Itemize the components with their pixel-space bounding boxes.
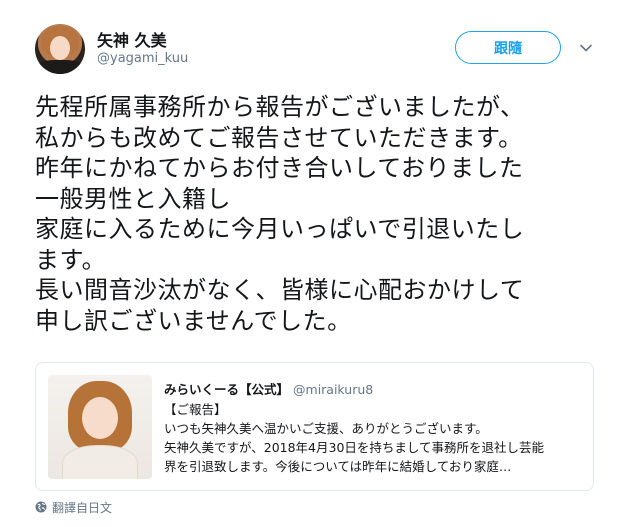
quoted-tweet-header: みらいくーる【公式】 @miraikuru8 <box>164 379 373 398</box>
avatar-face <box>50 36 70 60</box>
follow-button[interactable]: 跟隨 <box>455 31 561 64</box>
avatar-body <box>35 60 85 74</box>
translate-tweet-link[interactable]: 翻譯自日文 <box>35 499 112 515</box>
quoted-tweet-text: 【ご報告】 いつも矢神久美へ温かいご支援、ありがとうございます。 矢神久美ですが… <box>164 400 579 476</box>
chevron-down-icon[interactable] <box>578 40 594 56</box>
tweet-text-line: 昨年にかねてからお付き合いしておりました <box>35 154 524 182</box>
quoted-tweet-card[interactable]: みらいくーる【公式】 @miraikuru8 【ご報告】 いつも矢神久美へ温かいご… <box>35 362 594 491</box>
quoted-text-line: いつも矢神久美へ温かいご支援、ありがとうございます。 <box>164 421 488 436</box>
tweet: 矢神 久美 @yagami_kuu 跟隨 先程所属事務所から報告がございましたが… <box>0 0 632 527</box>
tweet-text-line: 長い間音沙汰がなく、皆様に心配おかけして <box>35 276 525 304</box>
quoted-text-line: 矢神久美ですが、2018年4月30日を持ちまして事務所を退社し芸能 <box>164 440 545 455</box>
tweet-text-line: 申し訳ございませんでした。 <box>35 306 352 335</box>
quoted-author-name: みらいくーる【公式】 <box>164 382 290 397</box>
photo-face <box>82 397 118 439</box>
tweet-text-line: 先程所属事務所から報告がございましたが、 <box>35 93 525 121</box>
author-avatar[interactable] <box>35 24 85 74</box>
author-display-name[interactable]: 矢神 久美 <box>97 27 167 51</box>
quoted-text-line: 【ご報告】 <box>164 402 227 417</box>
translate-label[interactable]: 翻譯自日文 <box>52 499 112 516</box>
globe-icon <box>35 501 47 513</box>
tweet-text: 先程所属事務所から報告がございましたが、 私からも改めてご報告させていただきます… <box>35 92 605 336</box>
quoted-tweet-photo <box>48 375 152 479</box>
tweet-text-line: ます。 <box>35 245 107 274</box>
tweet-text-line: 一般男性と入籍し <box>35 184 231 213</box>
tweet-text-line: 私からも改めてご報告させていただきます。 <box>35 123 523 152</box>
quoted-author-handle: @miraikuru8 <box>293 382 374 397</box>
tweet-text-line: 家庭に入るために今月いっぱいで引退いたし <box>35 215 525 243</box>
photo-body <box>62 445 138 479</box>
quoted-text-line: 界を引退致します。今後については昨年に結婚しており家庭… <box>164 459 512 474</box>
author-handle[interactable]: @yagami_kuu <box>97 51 188 66</box>
